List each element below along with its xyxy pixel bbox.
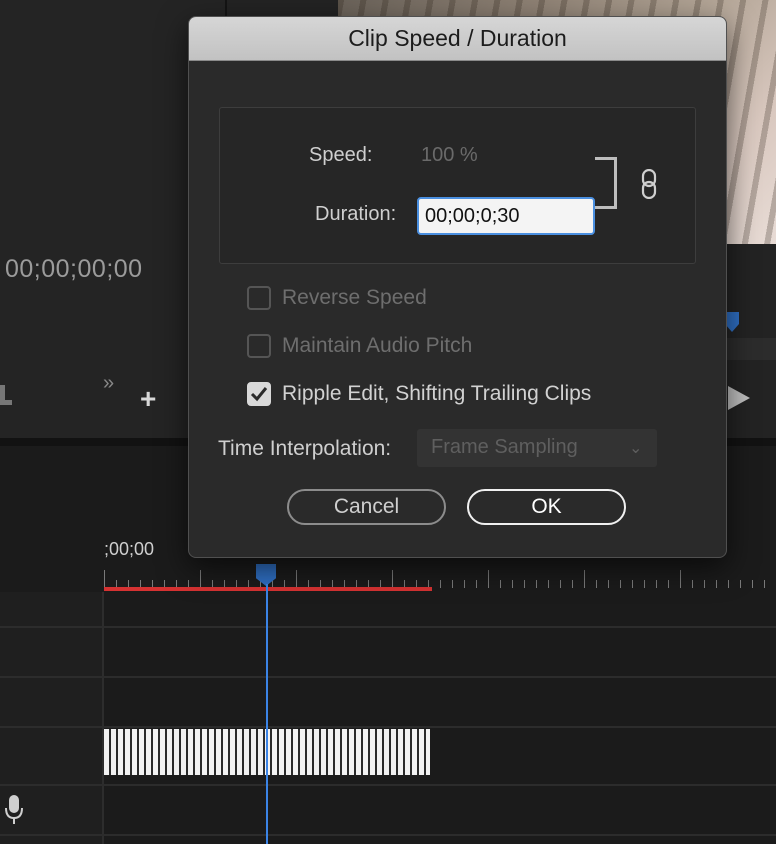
ruler-tick	[716, 580, 717, 588]
lift-icon[interactable]	[0, 385, 12, 405]
track-divider	[0, 784, 776, 786]
ruler-tick	[596, 580, 597, 588]
forward-icon[interactable]: »	[103, 372, 114, 395]
reverse-speed-label: Reverse Speed	[282, 286, 427, 309]
time-interpolation-select[interactable]: Frame Sampling ⌄	[417, 429, 657, 467]
ruler-tick	[488, 570, 489, 588]
ruler-tick	[752, 580, 753, 588]
speed-value[interactable]: 100 %	[421, 144, 478, 167]
ok-button[interactable]: OK	[467, 489, 626, 525]
ruler-tick	[440, 580, 441, 588]
ruler-tick	[692, 580, 693, 588]
play-icon[interactable]	[728, 386, 750, 410]
track-divider	[0, 834, 776, 836]
microphone-icon[interactable]	[4, 795, 24, 830]
chevron-down-icon: ⌄	[629, 440, 643, 457]
ripple-edit-label: Ripple Edit, Shifting Trailing Clips	[282, 382, 592, 405]
ruler-tick	[512, 580, 513, 588]
ruler-tick	[200, 570, 201, 588]
link-icon[interactable]	[641, 168, 657, 204]
ruler-tick	[524, 580, 525, 588]
maintain-audio-pitch-label: Maintain Audio Pitch	[282, 334, 473, 357]
duration-label: Duration:	[315, 203, 397, 225]
duration-input[interactable]	[417, 197, 595, 235]
track-divider	[0, 676, 776, 678]
program-timecode[interactable]: 00;00;00;00	[5, 255, 143, 284]
work-area-bar[interactable]	[104, 587, 432, 591]
time-interpolation-value: Frame Sampling	[431, 436, 578, 458]
add-icon[interactable]: +	[140, 383, 156, 415]
ruler-tick	[560, 580, 561, 588]
ruler-tick	[584, 570, 585, 588]
dialog-titlebar[interactable]: Clip Speed / Duration	[189, 17, 726, 61]
ruler-tick	[296, 570, 297, 588]
speed-duration-group	[219, 107, 696, 264]
link-bracket	[595, 157, 617, 209]
ruler-tick	[572, 580, 573, 588]
ruler-tick	[608, 580, 609, 588]
ruler-tick	[656, 580, 657, 588]
ruler-tick	[680, 570, 681, 588]
maintain-audio-pitch-checkbox[interactable]	[247, 334, 271, 358]
ruler-tick	[392, 570, 393, 588]
ruler-tick	[632, 580, 633, 588]
ruler-tick	[728, 580, 729, 588]
ruler-tick	[452, 580, 453, 588]
reverse-speed-checkbox[interactable]	[247, 286, 271, 310]
time-interpolation-label: Time Interpolation:	[218, 437, 392, 460]
ruler-tick	[104, 570, 105, 588]
ruler-tick	[620, 580, 621, 588]
ruler-tick	[536, 580, 537, 588]
checkmark-icon	[250, 387, 268, 402]
ruler-tick	[464, 580, 465, 588]
ripple-edit-checkbox[interactable]	[247, 382, 271, 406]
cancel-button[interactable]: Cancel	[287, 489, 446, 525]
monitor-ruler[interactable]	[726, 338, 776, 360]
ruler-tick	[764, 580, 765, 588]
ruler-tick	[476, 580, 477, 588]
ruler-tick	[668, 580, 669, 588]
timeline-ruler[interactable]	[104, 562, 776, 588]
dialog-title: Clip Speed / Duration	[348, 25, 567, 51]
ruler-tick	[548, 580, 549, 588]
ruler-tick	[704, 580, 705, 588]
track-divider	[0, 626, 776, 628]
track-divider	[0, 726, 776, 728]
clip-speed-dialog: Clip Speed / Duration Speed: 100 % Durat…	[188, 16, 727, 558]
ruler-tick	[500, 580, 501, 588]
speed-label: Speed:	[309, 144, 373, 166]
ruler-tick	[644, 580, 645, 588]
ruler-tick	[740, 580, 741, 588]
timeline-time-label: ;00;00	[104, 539, 155, 559]
playhead-line	[266, 584, 268, 844]
